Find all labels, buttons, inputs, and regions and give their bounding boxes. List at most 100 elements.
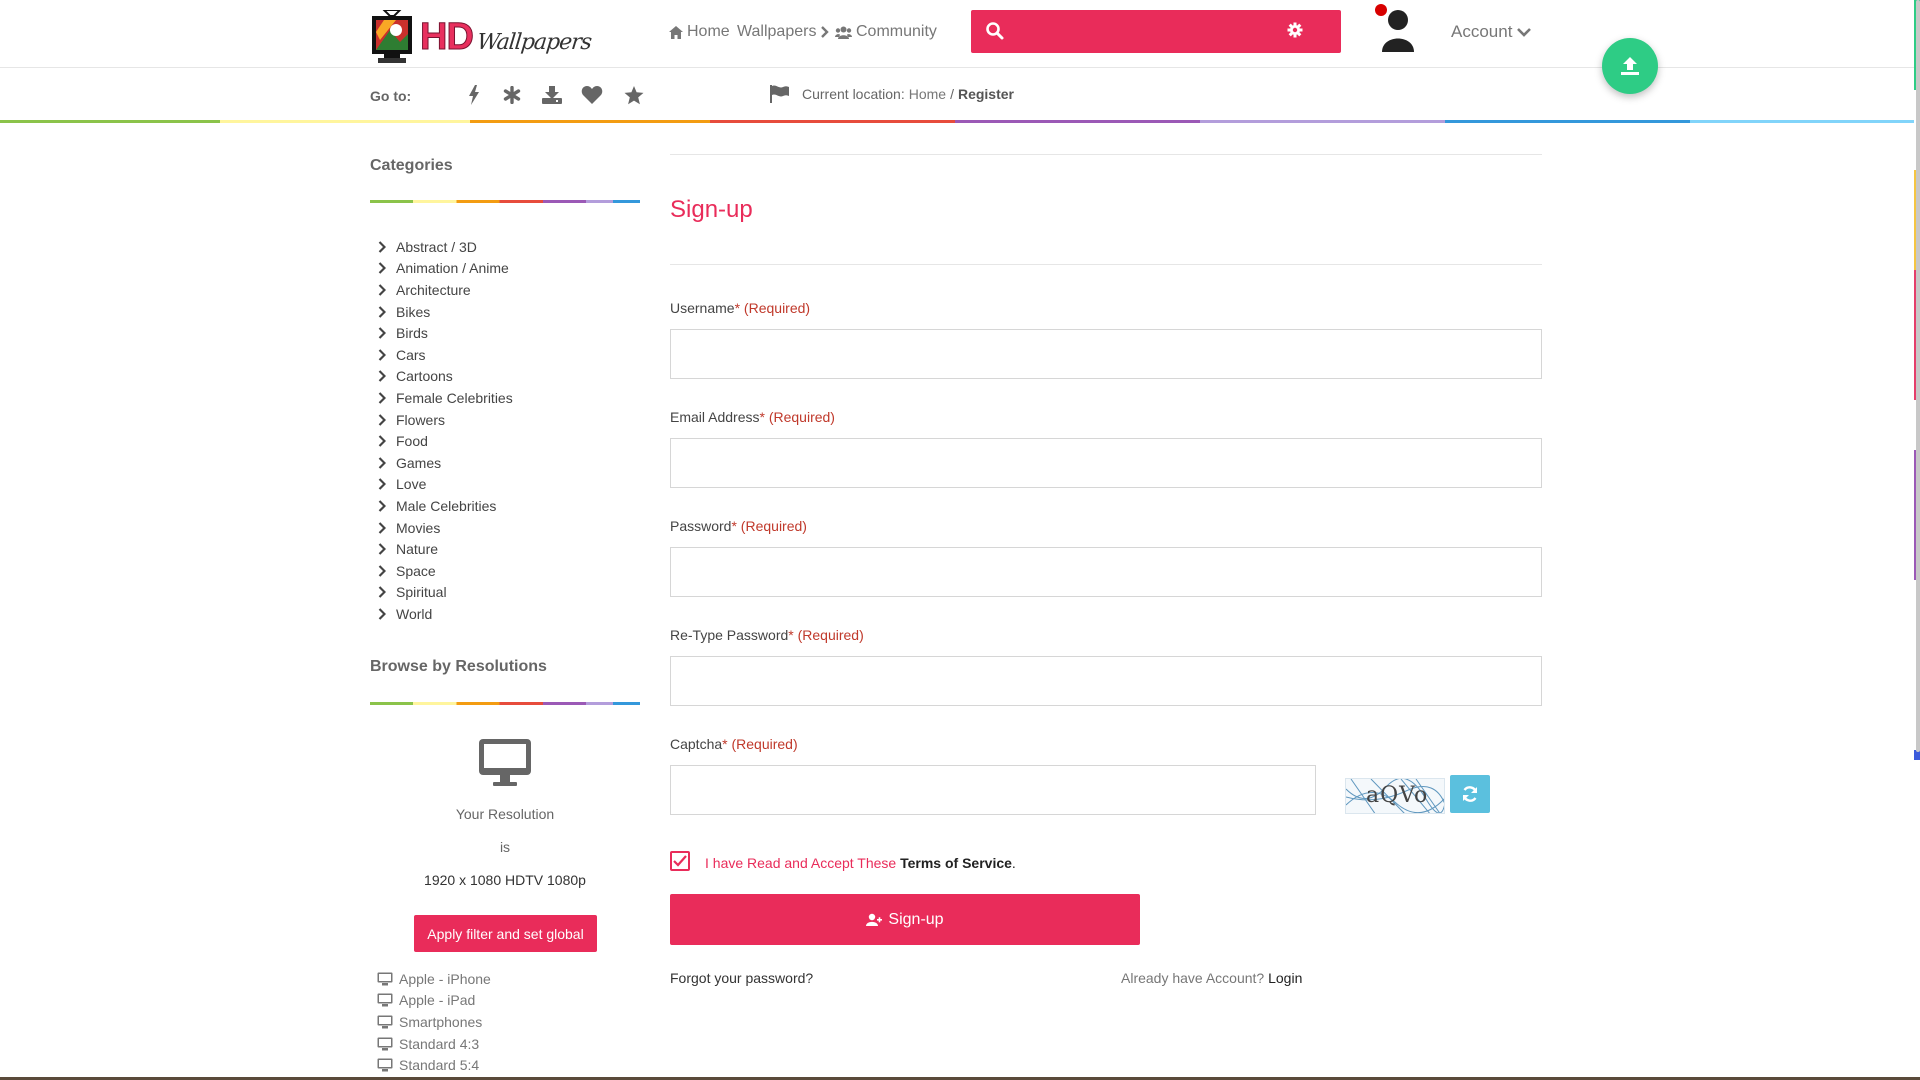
chevron-right-icon (378, 262, 386, 275)
password-input[interactable] (670, 547, 1542, 597)
category-item[interactable]: Male Celebrities (378, 495, 513, 517)
device-item[interactable]: Standard 4:3 (377, 1033, 491, 1055)
category-label: Flowers (396, 411, 446, 428)
email-input[interactable] (670, 438, 1542, 488)
category-item[interactable]: Female Celebrities (378, 387, 513, 409)
flag-icon (770, 85, 789, 103)
chevron-right-icon (378, 435, 386, 447)
category-label: Love (396, 476, 427, 493)
signup-button[interactable]: Sign-up (670, 894, 1140, 945)
category-label: Cars (396, 346, 426, 363)
download-icon[interactable] (538, 83, 566, 107)
category-label: Spiritual (396, 584, 447, 601)
asterisk-icon[interactable] (498, 83, 526, 107)
home-icon (669, 25, 683, 39)
refresh-icon (1462, 786, 1478, 802)
nav-community-label: Community (856, 23, 937, 40)
monitor-icon (377, 972, 393, 986)
chevron-right-icon (378, 241, 386, 253)
terms-of-service-link[interactable]: Terms of Service (900, 855, 1012, 871)
chevron-right-icon (378, 478, 386, 491)
category-label: Movies (396, 519, 441, 536)
category-item[interactable]: Love (378, 474, 513, 496)
breadcrumb-separator: / (950, 86, 954, 102)
chevron-down-icon (1517, 28, 1532, 37)
star-icon[interactable] (620, 83, 648, 107)
nav-wallpapers-label: Wallpapers (737, 23, 817, 40)
category-label: Bikes (396, 303, 431, 320)
device-item[interactable]: Apple - iPad (377, 990, 491, 1012)
forgot-password-link[interactable]: Forgot your password? (670, 970, 813, 986)
resolutions-divider (370, 702, 640, 705)
notification-dot (1375, 4, 1387, 16)
signup-button-label: Sign-up (888, 910, 944, 928)
nav-home-link[interactable]: Home (669, 22, 730, 42)
category-label: Abstract / 3D (396, 238, 477, 255)
search-bar (971, 10, 1341, 53)
resolutions-title: Browse by Resolutions (370, 658, 547, 675)
retype-password-input[interactable] (670, 656, 1542, 706)
apply-filter-button[interactable]: Apply filter and set global (414, 915, 597, 952)
user-profile-button[interactable] (1372, 4, 1420, 54)
chevron-right-icon (821, 26, 830, 38)
refresh-captcha-button[interactable] (1450, 775, 1490, 813)
category-label: Female Celebrities (396, 389, 513, 406)
search-input[interactable] (1015, 16, 1277, 47)
category-item[interactable]: Bikes (378, 301, 513, 323)
terms-lead: I have Read and Accept These (705, 855, 897, 871)
chevron-right-icon (378, 284, 386, 296)
category-item[interactable]: Space (378, 560, 513, 582)
monitor-icon (377, 1015, 393, 1029)
page-scrollbar-thumb[interactable] (1916, 0, 1920, 752)
logo-wallpapers-text: Wallpapers (475, 29, 593, 55)
device-label: Apple - iPhone (399, 970, 491, 987)
category-item[interactable]: World (378, 603, 513, 625)
login-link[interactable]: Login (1268, 970, 1302, 986)
nav-community-link[interactable]: Community (835, 22, 937, 42)
category-label: World (396, 605, 433, 622)
device-item[interactable]: Smartphones (377, 1011, 491, 1033)
username-input[interactable] (670, 329, 1542, 379)
chevron-right-icon (378, 564, 386, 577)
terms-checkbox[interactable] (670, 851, 690, 871)
gear-icon[interactable] (1287, 22, 1303, 38)
chevron-right-icon (378, 456, 386, 469)
have-account-text: Already have Account? Login (1121, 970, 1302, 986)
category-item[interactable]: Birds (378, 322, 513, 344)
nav-home-label: Home (687, 23, 730, 40)
chevron-right-icon (378, 348, 386, 361)
search-icon[interactable] (985, 21, 1005, 41)
account-dropdown[interactable]: Account (1451, 22, 1532, 42)
category-item[interactable]: Animation / Anime (378, 258, 513, 280)
chevron-right-icon (378, 521, 386, 534)
chevron-right-icon (378, 586, 386, 599)
category-item[interactable]: Flowers (378, 409, 513, 431)
category-item[interactable]: Abstract / 3D (378, 236, 513, 258)
category-item[interactable]: Nature (378, 538, 513, 560)
category-item[interactable]: Food (378, 430, 513, 452)
captcha-code: aQVo (1366, 783, 1429, 808)
category-item[interactable]: Architecture (378, 279, 513, 301)
category-item[interactable]: Cartoons (378, 366, 513, 388)
retype-password-label: Re-Type Password* (Required) (670, 627, 864, 643)
breadcrumb-home-link[interactable]: Home (909, 86, 946, 102)
device-item[interactable]: Standard 5:4 (377, 1054, 491, 1076)
category-item[interactable]: Games (378, 452, 513, 474)
site-logo[interactable]: HD Wallpapers (370, 8, 592, 66)
device-item[interactable]: Apple - iPhone (377, 968, 491, 990)
captcha-label: Captcha* (Required) (670, 736, 798, 752)
bolt-icon[interactable] (460, 83, 488, 107)
category-item[interactable]: Movies (378, 517, 513, 539)
username-label: Username* (Required) (670, 300, 811, 316)
chevron-right-icon (378, 500, 386, 512)
category-label: Space (396, 562, 436, 579)
nav-wallpapers-link[interactable]: Wallpapers (737, 22, 834, 42)
tv-logo-icon (370, 9, 418, 64)
category-item[interactable]: Spiritual (378, 582, 513, 604)
captcha-input[interactable] (670, 765, 1316, 815)
categories-title: Categories (370, 157, 453, 174)
goto-label: Go to: (370, 88, 412, 104)
heart-icon[interactable] (578, 83, 606, 107)
category-item[interactable]: Cars (378, 344, 513, 366)
device-label: Standard 5:4 (399, 1057, 480, 1074)
